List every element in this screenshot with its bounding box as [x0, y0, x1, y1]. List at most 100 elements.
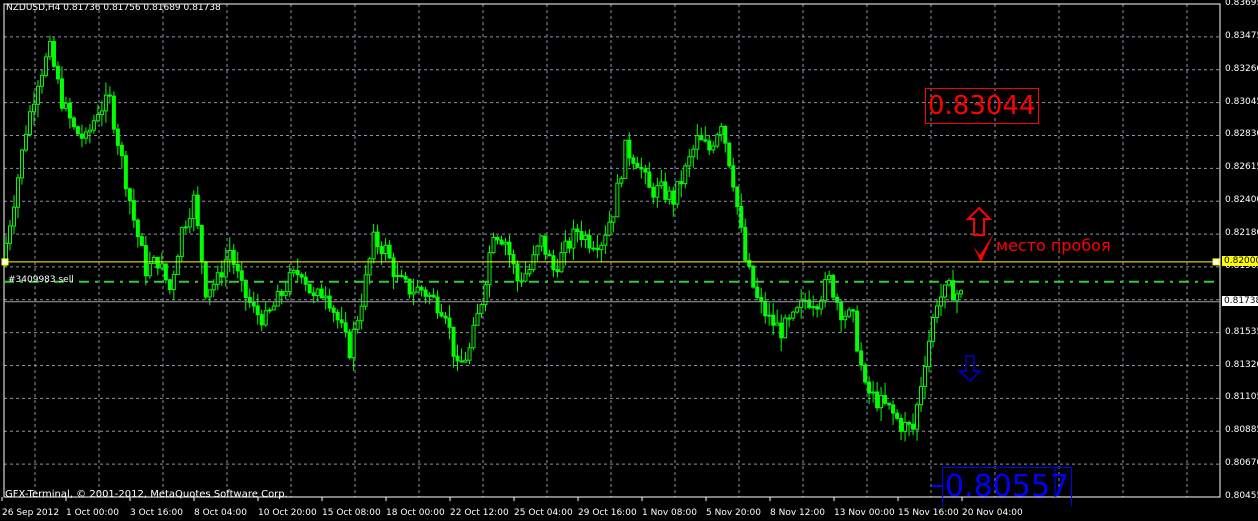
- time-tick-label: 1 Oct 00:00: [66, 508, 119, 518]
- candle-body: [591, 247, 596, 250]
- candle-body: [743, 226, 748, 261]
- candle-body: [735, 186, 740, 207]
- candle-body: [415, 286, 420, 293]
- price-tick-label: 0.81535: [1225, 326, 1258, 337]
- candle-body: [235, 263, 240, 272]
- candle-body: [447, 317, 452, 328]
- candle-body: [343, 322, 348, 333]
- candle-body: [223, 259, 228, 278]
- candle-body: [311, 292, 316, 297]
- candle-body: [727, 142, 732, 167]
- candle-body: [11, 206, 16, 227]
- candle-body: [15, 177, 20, 208]
- candle-body: [427, 294, 432, 297]
- candle-body: [843, 315, 848, 321]
- candle-body: [691, 148, 696, 158]
- candle-body: [563, 240, 568, 254]
- candle-body: [27, 111, 32, 135]
- candle-body: [935, 305, 940, 318]
- candle-body: [755, 286, 760, 298]
- candle-body: [855, 310, 860, 352]
- price-tick-label: 0.80885: [1225, 425, 1258, 436]
- candle-body: [195, 194, 200, 226]
- price-tick-label: 0.83475: [1225, 30, 1258, 41]
- candle-body: [387, 244, 392, 259]
- candle-body: [887, 402, 892, 406]
- level-handle: [1, 258, 9, 266]
- candle-body: [323, 295, 328, 299]
- candle-body: [599, 244, 604, 251]
- candle-body: [587, 234, 592, 249]
- candle-body: [83, 131, 88, 139]
- candle-body: [191, 194, 196, 220]
- candle-body: [583, 234, 588, 241]
- up-arrow-icon: [965, 206, 993, 236]
- candle-body: [463, 359, 468, 363]
- candle-body: [335, 311, 340, 321]
- candle-body: [451, 326, 456, 357]
- candle-body: [779, 322, 784, 339]
- candle-body: [791, 311, 796, 319]
- candle-body: [399, 275, 404, 278]
- copyright-watermark: GFX-Terminal, © 2001-2012, MetaQuotes So…: [5, 489, 288, 500]
- candle-body: [619, 177, 624, 184]
- price-tick-label: 0.82400: [1225, 195, 1258, 206]
- candle-body: [899, 417, 904, 432]
- candle-body: [75, 126, 80, 135]
- candle-body: [551, 255, 556, 271]
- candle-body: [627, 139, 632, 159]
- candle-body: [267, 309, 272, 312]
- candle-body: [131, 200, 136, 221]
- candle-body: [615, 182, 620, 218]
- high-price-label[interactable]: 0.83044: [925, 88, 1039, 124]
- time-tick-label: 18 Oct 00:00: [386, 508, 445, 518]
- order-label: #3409983 sell: [8, 275, 74, 285]
- time-tick-label: 1 Nov 08:00: [642, 508, 697, 518]
- candle-body: [443, 315, 448, 319]
- candle-body: [607, 221, 612, 236]
- candle-body: [119, 144, 124, 157]
- candle-body: [227, 249, 232, 261]
- time-tick-label: 22 Oct 12:00: [450, 508, 509, 518]
- candle-body: [63, 102, 68, 109]
- chart-title: NZDUSD,H4 0.81736 0.81756 0.81689 0.8173…: [6, 3, 221, 13]
- candle-body: [23, 133, 28, 151]
- time-tick-label: 25 Oct 04:00: [514, 508, 573, 518]
- candle-body: [951, 280, 956, 301]
- candle-body: [495, 236, 500, 241]
- chart-window[interactable]: NZDUSD,H4 0.81736 0.81756 0.81689 0.8173…: [0, 0, 1258, 521]
- price-tick-label: 0.82830: [1225, 129, 1258, 140]
- price-chart[interactable]: [0, 0, 1258, 521]
- candle-body: [19, 149, 24, 179]
- time-tick-label: 15 Oct 08:00: [322, 508, 381, 518]
- candle-body: [147, 263, 152, 277]
- candle-body: [71, 117, 76, 128]
- candle-body: [955, 293, 960, 301]
- time-tick-label: 15 Nov 16:00: [898, 508, 959, 518]
- candle-body: [635, 162, 640, 168]
- candle-body: [695, 135, 700, 150]
- time-tick-label: 13 Nov 00:00: [834, 508, 895, 518]
- candle-body: [663, 181, 668, 200]
- candle-body: [487, 252, 492, 286]
- candle-body: [787, 317, 792, 320]
- down-arrow-icon: [957, 355, 983, 383]
- candle-body: [959, 290, 964, 295]
- candle-body: [603, 234, 608, 246]
- breakout-note[interactable]: место пробоя: [996, 236, 1111, 255]
- candle-body: [759, 296, 764, 302]
- candle-body: [775, 322, 780, 326]
- candle-body: [655, 185, 660, 198]
- candle-body: [511, 254, 516, 265]
- candle-body: [859, 350, 864, 366]
- candle-body: [863, 364, 868, 383]
- candle-body: [135, 219, 140, 238]
- candle-body: [639, 166, 644, 170]
- candle-body: [847, 309, 852, 317]
- candle-body: [403, 276, 408, 280]
- candle-body: [827, 274, 832, 280]
- low-price-label[interactable]: 0.80557: [942, 467, 1073, 506]
- candle-body: [547, 253, 552, 257]
- candle-body: [439, 312, 444, 317]
- candle-body: [155, 256, 160, 269]
